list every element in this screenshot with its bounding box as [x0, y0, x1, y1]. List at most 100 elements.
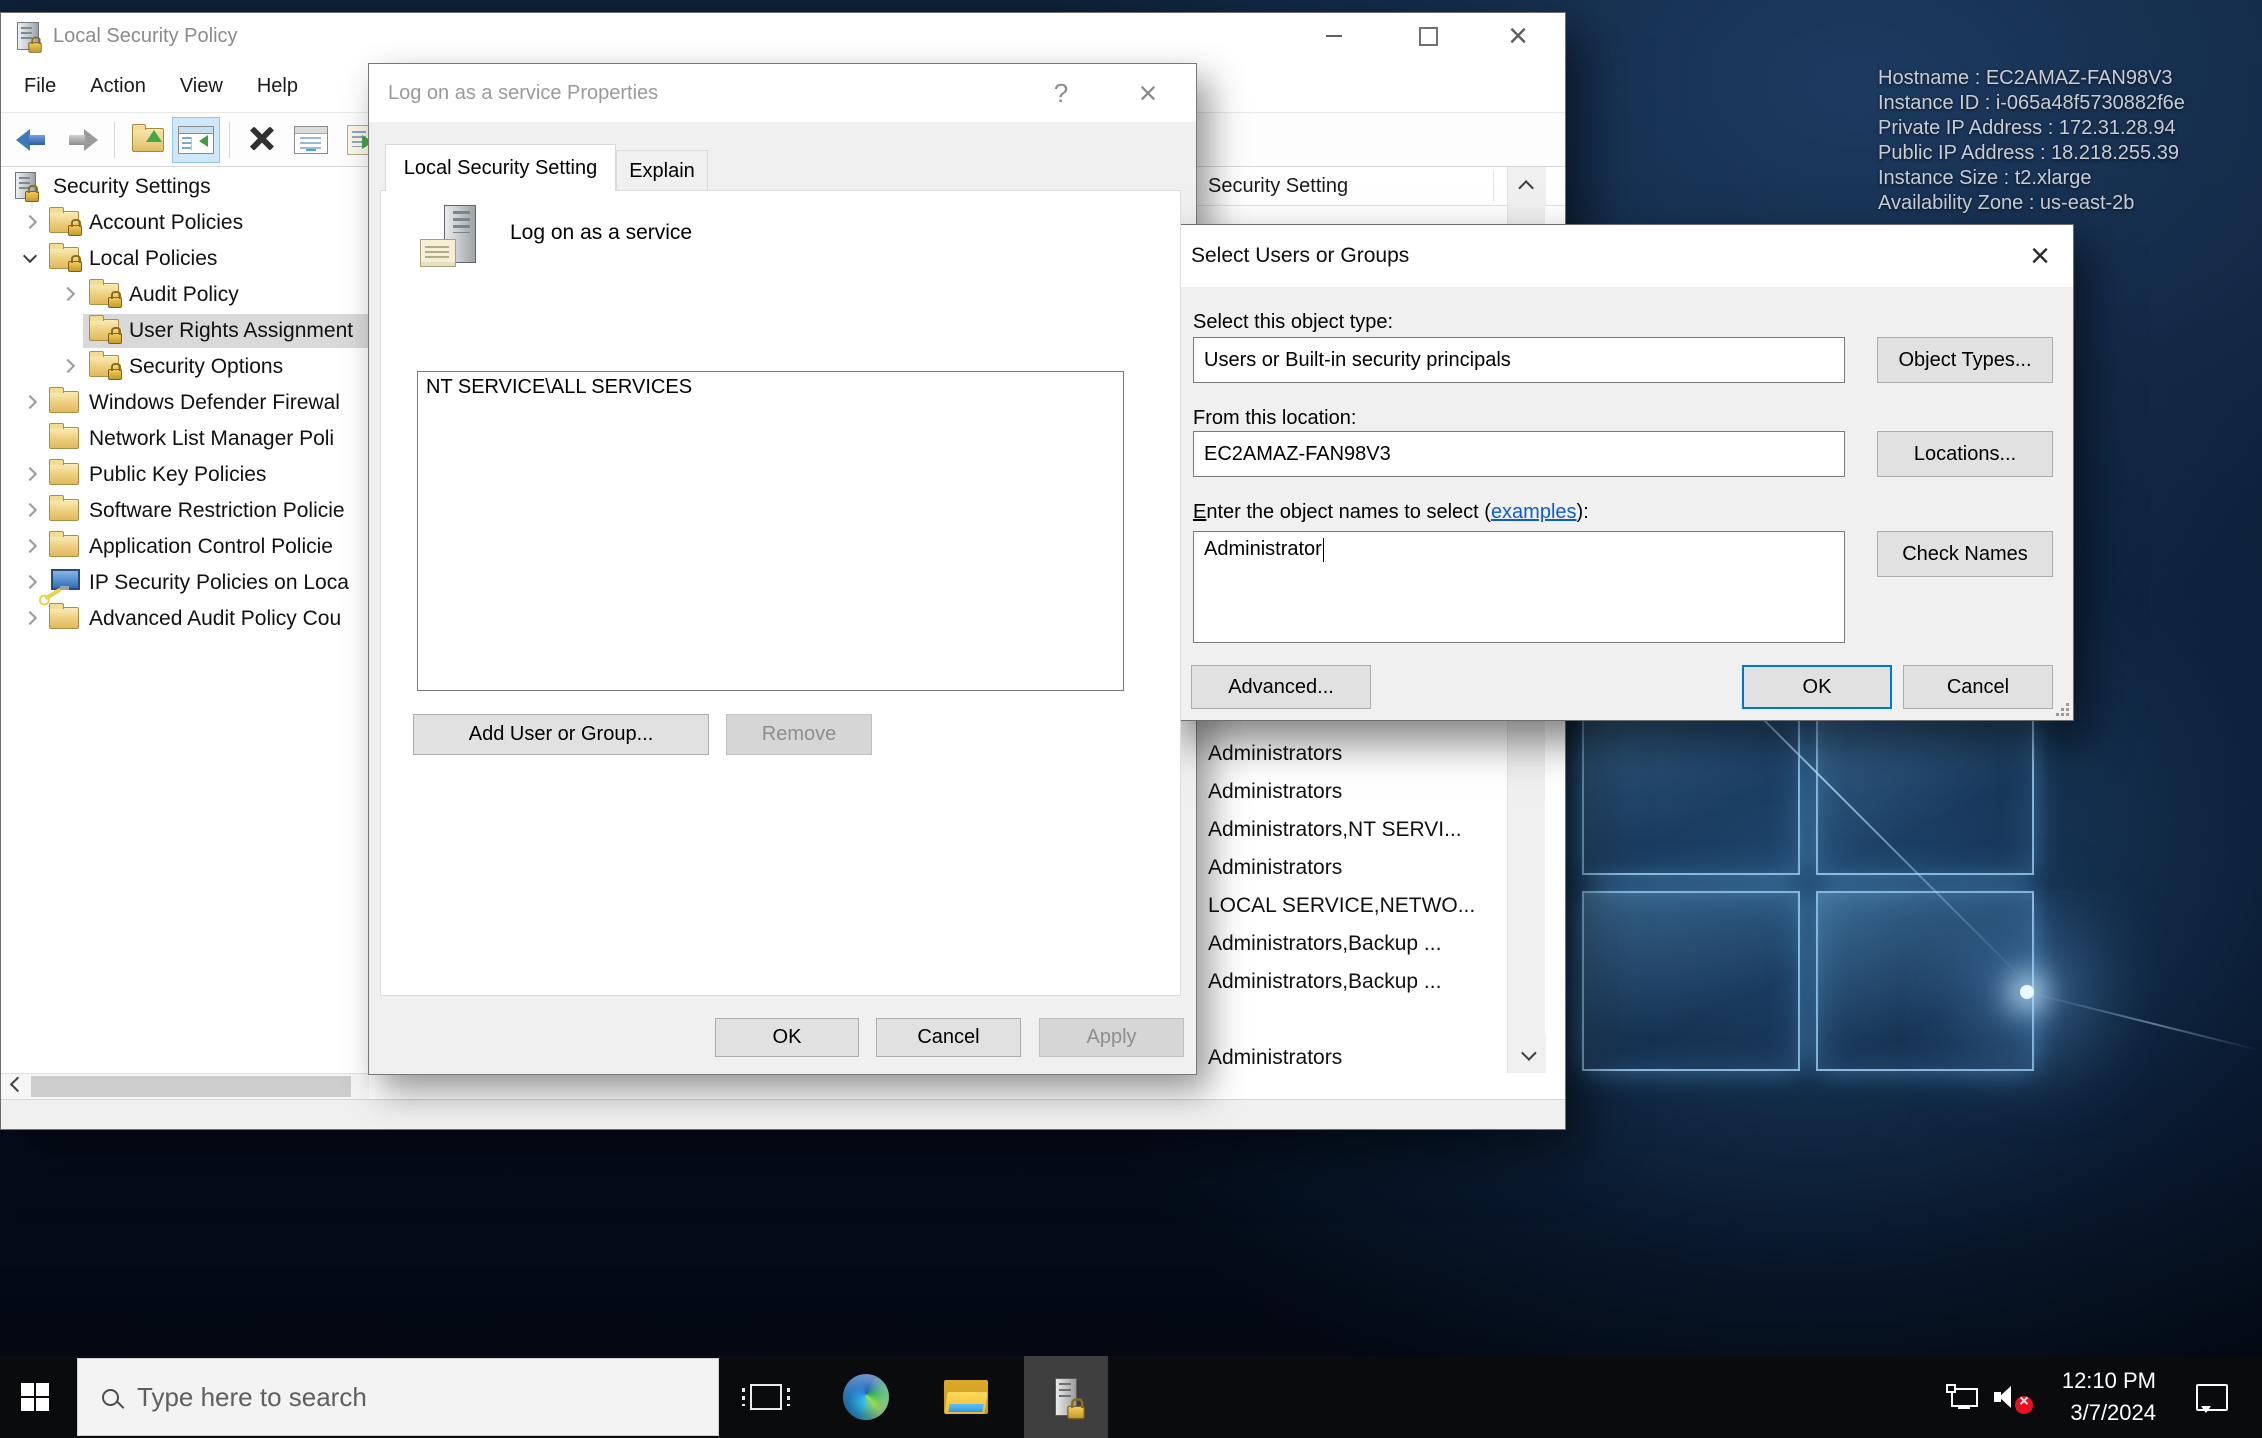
taskbar-item-local-security-policy[interactable]	[1024, 1356, 1108, 1438]
list-row[interactable]	[1208, 1001, 1498, 1039]
chevron-right-icon[interactable]	[23, 575, 37, 589]
object-names-textarea[interactable]: Administrator	[1193, 531, 1845, 643]
close-button[interactable]	[1486, 13, 1550, 59]
toolbar-up-one-level-button[interactable]	[124, 117, 172, 163]
scroll-left-button[interactable]	[1, 1074, 29, 1099]
wallpaper-light-beam	[2026, 991, 2259, 1051]
menu-item-action[interactable]: Action	[73, 59, 163, 113]
menu-item-file[interactable]: File	[7, 59, 73, 113]
object-type-field[interactable]: Users or Built-in security principals	[1193, 337, 1845, 383]
list-row[interactable]: Administrators,Backup ...	[1208, 963, 1498, 1001]
tree-item-ip-security-policies-on-loca[interactable]: IP Security Policies on Loca	[1, 565, 368, 601]
horizontal-scrollbar[interactable]	[1, 1073, 369, 1099]
title-bar[interactable]: Local Security Policy	[1, 13, 1565, 59]
ok-button[interactable]: OK	[715, 1018, 859, 1057]
list-row[interactable]: Administrators	[1208, 849, 1498, 887]
menu-item-help[interactable]: Help	[240, 59, 315, 113]
list-row[interactable]: Administrators	[1208, 735, 1498, 773]
list-row[interactable]: Administrators,NT SERVI...	[1208, 811, 1498, 849]
taskbar-item-edge[interactable]	[824, 1356, 908, 1438]
maximize-button[interactable]	[1396, 13, 1460, 59]
network-tray-icon[interactable]	[1946, 1356, 1978, 1438]
resize-grip[interactable]	[2055, 702, 2069, 716]
chevron-down-icon[interactable]	[23, 249, 37, 263]
toolbar-delete-button[interactable]	[239, 117, 287, 163]
window-title: Local Security Policy	[53, 13, 238, 59]
ok-button[interactable]: OK	[1742, 665, 1892, 709]
scrollbar-thumb[interactable]	[31, 1076, 351, 1097]
tree-item-label: User Rights Assignment	[129, 313, 353, 349]
start-button[interactable]	[0, 1356, 70, 1438]
cancel-button[interactable]: Cancel	[1903, 665, 2053, 709]
toolbar-back-button[interactable]	[9, 117, 57, 163]
toolbar-properties-button[interactable]	[287, 117, 335, 163]
chevron-right-icon[interactable]	[23, 395, 37, 409]
chevron-right-icon[interactable]	[23, 467, 37, 481]
add-user-or-group-button[interactable]: Add User or Group...	[413, 714, 709, 755]
minimize-button[interactable]	[1302, 13, 1366, 59]
tree-item-network-list-manager-poli[interactable]: Network List Manager Poli	[1, 421, 368, 457]
object-types-button[interactable]: Object Types...	[1877, 337, 2053, 383]
remove-button[interactable]: Remove	[726, 714, 872, 755]
taskbar-search[interactable]	[77, 1358, 719, 1436]
volume-tray-icon[interactable]	[1994, 1356, 2030, 1438]
column-header-security-setting[interactable]: Security Setting	[1208, 167, 1348, 205]
tree-item-user-rights-assignment[interactable]: User Rights Assignment	[1, 313, 368, 349]
tree-item-account-policies[interactable]: Account Policies	[1, 205, 368, 241]
dialog-title-bar[interactable]: Log on as a service Properties ? ×	[369, 64, 1196, 122]
apply-button[interactable]: Apply	[1039, 1018, 1184, 1057]
tree-item-application-control-policie[interactable]: Application Control Policie	[1, 529, 368, 565]
members-listbox[interactable]: NT SERVICE\ALL SERVICES	[417, 371, 1124, 691]
object-names-label: Enter the object names to select (exampl…	[1193, 501, 1589, 524]
column-separator[interactable]	[1493, 171, 1494, 201]
from-location-field[interactable]: EC2AMAZ-FAN98V3	[1193, 431, 1845, 477]
chevron-right-icon[interactable]	[61, 359, 75, 373]
close-button[interactable]: ×	[2012, 225, 2068, 287]
tree-item-advanced-audit-policy-cou[interactable]: Advanced Audit Policy Cou	[1, 601, 368, 637]
clock-time: 12:10 PM	[2036, 1368, 2156, 1394]
list-row[interactable]: Administrators	[1208, 773, 1498, 811]
chevron-right-icon[interactable]	[23, 611, 37, 625]
cancel-button[interactable]: Cancel	[876, 1018, 1021, 1057]
toolbar-forward-button[interactable]	[57, 117, 105, 163]
tab-explain[interactable]: Explain	[616, 150, 708, 191]
scroll-up-button[interactable]	[1508, 167, 1546, 205]
scroll-down-button[interactable]	[1508, 1035, 1546, 1073]
taskbar-clock[interactable]: 12:10 PM 3/7/2024	[2036, 1356, 2156, 1438]
list-row[interactable]: Administrators,Backup ...	[1208, 925, 1498, 963]
dialog-title-bar[interactable]: Select Users or Groups ×	[1167, 225, 2073, 287]
access-key: E	[1193, 501, 1206, 523]
show-console-tree-icon	[178, 126, 214, 154]
examples-link[interactable]: examples	[1491, 501, 1577, 523]
locations-button[interactable]: Locations...	[1877, 431, 2053, 477]
mute-badge	[2015, 1396, 2033, 1414]
action-center-button[interactable]	[2196, 1356, 2228, 1438]
console-tree-pane[interactable]: Security SettingsAccount PoliciesLocal P…	[1, 167, 369, 1073]
list-row[interactable]: Administrators	[1208, 1039, 1498, 1073]
toolbar-show-console-tree-button[interactable]	[172, 117, 220, 163]
task-view-button[interactable]	[724, 1356, 808, 1438]
chevron-right-icon[interactable]	[61, 287, 75, 301]
chevron-right-icon[interactable]	[23, 539, 37, 553]
check-names-button[interactable]: Check Names	[1877, 531, 2053, 577]
tree-item-label: Account Policies	[89, 205, 243, 241]
chevron-right-icon[interactable]	[23, 215, 37, 229]
chevron-right-icon[interactable]	[23, 503, 37, 517]
tab-local-security-setting[interactable]: Local Security Setting	[385, 144, 616, 191]
member-item[interactable]: NT SERVICE\ALL SERVICES	[418, 372, 1123, 404]
close-button[interactable]: ×	[1122, 64, 1174, 122]
advanced-button[interactable]: Advanced...	[1191, 665, 1371, 709]
list-row[interactable]: LOCAL SERVICE,NETWO...	[1208, 887, 1498, 925]
tree-item-security-settings[interactable]: Security Settings	[1, 169, 368, 205]
tree-item-audit-policy[interactable]: Audit Policy	[1, 277, 368, 313]
help-button[interactable]: ?	[1035, 64, 1087, 122]
tree-item-public-key-policies[interactable]: Public Key Policies	[1, 457, 368, 493]
folder-front	[948, 1404, 983, 1412]
search-input[interactable]	[137, 1382, 657, 1413]
tree-item-local-policies[interactable]: Local Policies	[1, 241, 368, 277]
tree-item-security-options[interactable]: Security Options	[1, 349, 368, 385]
tree-item-windows-defender-firewal[interactable]: Windows Defender Firewal	[1, 385, 368, 421]
tree-item-software-restriction-policie[interactable]: Software Restriction Policie	[1, 493, 368, 529]
menu-item-view[interactable]: View	[163, 59, 240, 113]
taskbar-item-file-explorer[interactable]	[924, 1356, 1008, 1438]
